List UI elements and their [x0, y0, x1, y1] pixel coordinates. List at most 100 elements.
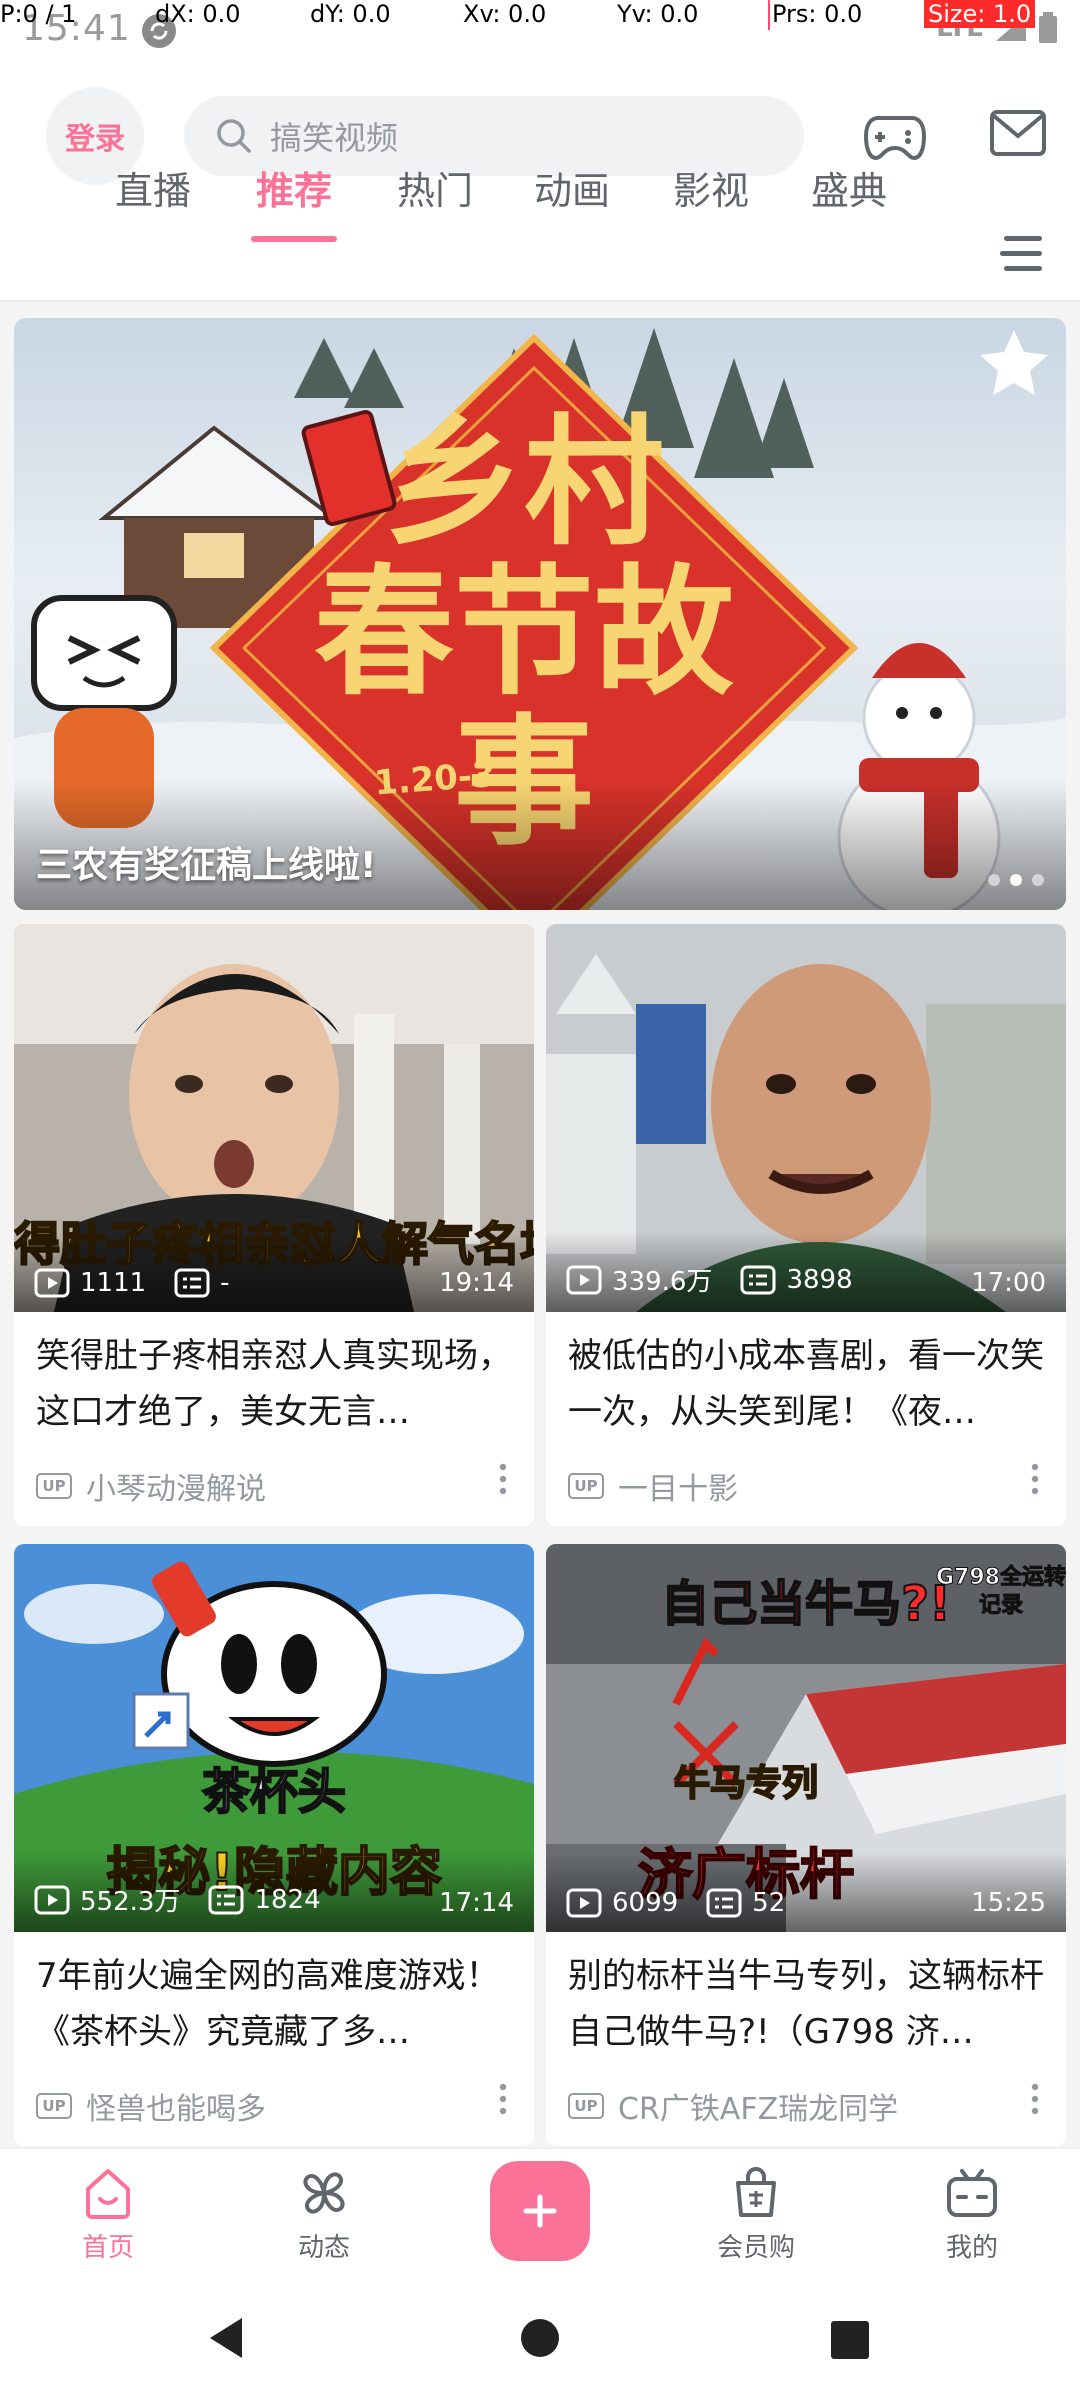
home-icon [86, 2169, 130, 2219]
video-title[interactable]: 被低估的小成本喜剧，看一次笑一次，从头笑到尾！《夜… [568, 1328, 1044, 1440]
video-duration: 17:00 [971, 1268, 1046, 1298]
danmaku-count-value: 52 [752, 1888, 786, 1918]
video-card[interactable]: 得肚子疼相亲怼人解气名场 1111 - 19:14 笑得肚子疼相亲怼人真实现场，… [14, 924, 534, 1526]
video-duration: 15:25 [971, 1888, 1046, 1918]
banner-dot-active[interactable] [1010, 874, 1022, 886]
video-stats: 552.3万 1824 [34, 1881, 349, 1918]
nav-vip-shop-label: 会员购 [716, 2233, 795, 2263]
nav-dynamic[interactable]: 动态 [264, 2165, 384, 2275]
header-divider [0, 300, 1080, 302]
danmaku-count-value: 3898 [786, 1264, 853, 1295]
nav-mine[interactable]: 我的 [912, 2165, 1032, 2275]
thumbnail-mid-caption: 牛马专列 [673, 1762, 819, 1805]
uploader-name: 小琴动漫解说 [86, 1472, 266, 1507]
play-count: 339.6万 [566, 1261, 712, 1298]
home-circle-icon[interactable] [520, 2318, 560, 2358]
up-badge-icon: UP [36, 2093, 72, 2119]
danmaku-icon [706, 1888, 742, 1918]
play-count-value: 6099 [612, 1888, 679, 1918]
nav-home[interactable]: 首页 [48, 2165, 168, 2275]
video-thumbnail[interactable]: 339.6万 3898 17:00 [546, 924, 1066, 1312]
uploader-info[interactable]: UP 一目十影 [568, 1464, 738, 1508]
uploader-info[interactable]: UP 怪兽也能喝多 [36, 2084, 266, 2128]
danmaku-count: 52 [706, 1888, 785, 1918]
nav-home-label: 首页 [81, 2233, 134, 2263]
video-card[interactable]: 茶杯头 揭秘!隐藏内容 552.3万 1824 17:14 7年前火遍全网的高难… [14, 1544, 534, 2146]
debug-separator [768, 0, 770, 30]
nav-dynamic-label: 动态 [297, 2233, 350, 2263]
tab-gala[interactable]: 盛典 [804, 160, 894, 240]
search-icon [217, 119, 251, 153]
video-duration: 17:14 [439, 1888, 514, 1918]
shopping-bag-icon [736, 2167, 776, 2217]
banner-pagination [988, 874, 1044, 886]
recent-apps-icon[interactable] [830, 2320, 870, 2360]
debug-xv: Xv: 0.0 [463, 0, 547, 28]
uploader-info[interactable]: UP 小琴动漫解说 [36, 1464, 266, 1508]
promo-banner[interactable]: 乡村 春节故事 1.20-3.2 三农有奖征稿上线啦! [14, 318, 1066, 910]
play-count: 1111 [34, 1268, 146, 1298]
publish-button[interactable] [490, 2161, 590, 2261]
thumbnail-game-title: 茶杯头 [201, 1763, 347, 1821]
more-options-icon[interactable] [1030, 2082, 1040, 2116]
uploader-name: 一目十影 [618, 1472, 738, 1507]
debug-dy: dY: 0.0 [310, 0, 391, 28]
play-count: 552.3万 [34, 1881, 180, 1918]
play-count-icon [566, 1888, 602, 1918]
active-tab-indicator [251, 236, 337, 242]
danmaku-icon [208, 1885, 244, 1914]
debug-dx: dX: 0.0 [155, 0, 241, 28]
tab-hot[interactable]: 热门 [390, 160, 480, 240]
play-count-icon [34, 1268, 70, 1298]
tab-recommend[interactable]: 推荐 [249, 160, 339, 240]
uploader-info[interactable]: UP CR广铁AFZ瑞龙同学 [568, 2084, 898, 2128]
debug-yv: Yv: 0.0 [617, 0, 699, 28]
tab-live[interactable]: 直播 [108, 160, 198, 240]
nav-vip-shop[interactable]: 会员购 [696, 2165, 816, 2275]
debug-pointer: P:0 / 1 [0, 0, 77, 28]
more-options-icon[interactable] [498, 1462, 508, 1496]
video-title[interactable]: 别的标杆当牛马专列，这辆标杆自己做牛马?!（G798 济… [568, 1948, 1044, 2060]
debug-prs: Prs: 0.0 [772, 0, 863, 28]
tab-film[interactable]: 影视 [666, 160, 756, 240]
thumbnail-corner-caption: G798全运转记录 [936, 1565, 1066, 1619]
banner-dot[interactable] [1032, 874, 1044, 886]
danmaku-icon [740, 1265, 776, 1294]
banner-caption: 三农有奖征稿上线啦! [36, 845, 377, 886]
game-controller-icon[interactable] [864, 108, 926, 164]
video-thumbnail[interactable]: 茶杯头 揭秘!隐藏内容 552.3万 1824 17:14 [14, 1544, 534, 1932]
menu-icon[interactable] [998, 234, 1044, 274]
back-icon[interactable] [206, 2316, 246, 2360]
video-stats: 339.6万 3898 [566, 1261, 881, 1298]
bottom-navigation: 首页 动态 会员购 我的 [0, 2148, 1080, 2276]
play-count-value: 1111 [80, 1268, 147, 1298]
pointer-debug-overlay: P:0 / 1 dX: 0.0 dY: 0.0 Xv: 0.0 Yv: 0.0 … [0, 0, 1080, 34]
video-thumbnail[interactable]: 得肚子疼相亲怼人解气名场 1111 - 19:14 [14, 924, 534, 1312]
banner-title-line1: 乡村 [383, 401, 664, 565]
video-card[interactable]: 自己当牛马?! 牛马专列 G798全运转记录 济广标杆 6099 52 15:2… [546, 1544, 1066, 2146]
tab-anime[interactable]: 动画 [527, 160, 617, 240]
danmaku-count: 3898 [740, 1264, 853, 1295]
uploader-name: 怪兽也能喝多 [86, 2092, 266, 2127]
up-badge-icon: UP [568, 2093, 604, 2119]
video-thumbnail[interactable]: 自己当牛马?! 牛马专列 G798全运转记录 济广标杆 6099 52 15:2… [546, 1544, 1066, 1932]
video-stats: 6099 52 [566, 1888, 813, 1918]
banner-dot[interactable] [988, 874, 1000, 886]
play-count-value: 552.3万 [80, 1887, 181, 1917]
video-card[interactable]: 339.6万 3898 17:00 被低估的小成本喜剧，看一次笑一次，从头笑到尾… [546, 924, 1066, 1526]
nav-mine-label: 我的 [945, 2233, 998, 2263]
up-badge-icon: UP [36, 1473, 72, 1499]
play-count: 6099 [566, 1888, 678, 1918]
play-count-icon [566, 1265, 602, 1294]
video-duration: 19:14 [439, 1268, 514, 1298]
system-navigation-bar [0, 2276, 1080, 2400]
danmaku-icon [174, 1268, 210, 1298]
mail-icon[interactable] [990, 110, 1046, 156]
pinwheel-icon [303, 2172, 345, 2214]
video-title[interactable]: 笑得肚子疼相亲怼人真实现场，这口才绝了，美女无言… [36, 1328, 512, 1440]
up-badge-icon: UP [568, 1473, 604, 1499]
debug-size: Size: 1.0 [924, 0, 1036, 28]
more-options-icon[interactable] [498, 2082, 508, 2116]
video-title[interactable]: 7年前火遍全网的高难度游戏！《茶杯头》究竟藏了多… [36, 1948, 512, 2060]
more-options-icon[interactable] [1030, 1462, 1040, 1496]
